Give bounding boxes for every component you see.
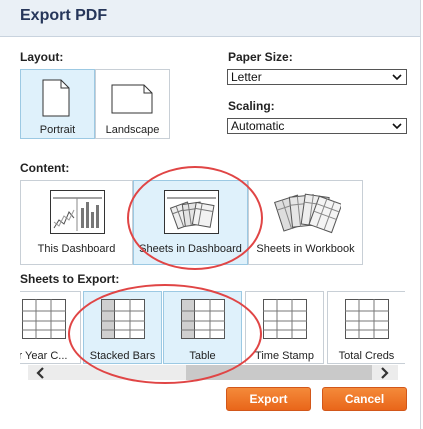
content-sheets-in-workbook-label: Sheets in Workbook [256, 243, 355, 255]
scaling-select[interactable]: Automatic [227, 118, 407, 134]
paper-size-value: Letter [231, 70, 262, 84]
table-sheet-icon [263, 299, 307, 339]
sheet-item-label: Stacked Bars [89, 350, 156, 362]
export-button[interactable]: Export [226, 387, 311, 411]
sheets-in-workbook-icon [274, 193, 341, 234]
sheet-item-label: Total Creds [338, 350, 395, 362]
table-sheet-icon [181, 299, 225, 339]
portrait-page-icon [42, 79, 70, 117]
landscape-page-icon [111, 84, 153, 114]
sheets-carousel[interactable]: r Year C... Stacked Bars Table Time Stam… [20, 291, 405, 365]
dialog-title-bar[interactable]: Export PDF [0, 0, 420, 37]
export-pdf-dialog: Export PDF Layout: Portrait Landscape Pa… [0, 0, 421, 429]
layout-portrait-option[interactable]: Portrait [20, 69, 95, 139]
cancel-button[interactable]: Cancel [322, 387, 407, 411]
scaling-label: Scaling: [228, 99, 275, 113]
dialog-title: Export PDF [20, 7, 108, 24]
sheets-scrollbar[interactable] [28, 365, 398, 380]
chevron-down-icon [392, 123, 402, 130]
sheet-item-label: Time Stamp [255, 350, 314, 362]
scaling-value: Automatic [231, 119, 285, 133]
paper-size-select[interactable]: Letter [227, 69, 407, 85]
table-sheet-icon [345, 299, 389, 339]
sheet-item-table[interactable]: Table [163, 291, 242, 364]
layout-portrait-label: Portrait [39, 124, 76, 136]
scroll-right-arrow-icon[interactable] [377, 366, 391, 380]
sheet-item-stacked-bars[interactable]: Stacked Bars [83, 291, 162, 364]
chevron-down-icon [392, 74, 402, 81]
content-sheets-in-dashboard-option[interactable]: Sheets in Dashboard [133, 180, 248, 265]
content-sheets-in-workbook-option[interactable]: Sheets in Workbook [248, 180, 363, 265]
sheets-in-dashboard-icon [164, 190, 219, 234]
dashboard-thumbnail-icon [50, 190, 105, 234]
sheets-scrollbar-thumb[interactable] [186, 365, 372, 380]
paper-size-label: Paper Size: [228, 50, 293, 64]
table-sheet-icon [22, 299, 66, 339]
sheet-item[interactable]: r Year C... [20, 291, 81, 364]
layout-label: Layout: [20, 50, 64, 64]
content-sheets-in-dashboard-label: Sheets in Dashboard [139, 243, 242, 255]
content-label: Content: [20, 161, 70, 175]
content-this-dashboard-label: This Dashboard [37, 243, 116, 255]
sheets-to-export-label: Sheets to Export: [20, 272, 120, 286]
sheet-item-label: Table [189, 350, 216, 362]
sheet-item-time-stamp[interactable]: Time Stamp [245, 291, 324, 364]
sheet-item-label: r Year C... [20, 350, 68, 362]
layout-landscape-label: Landscape [105, 124, 160, 136]
scroll-left-arrow-icon[interactable] [34, 366, 48, 380]
layout-landscape-option[interactable]: Landscape [95, 69, 170, 139]
table-sheet-icon [101, 299, 145, 339]
sheet-item-total-creds[interactable]: Total Creds [327, 291, 405, 364]
content-this-dashboard-option[interactable]: This Dashboard [20, 180, 133, 265]
